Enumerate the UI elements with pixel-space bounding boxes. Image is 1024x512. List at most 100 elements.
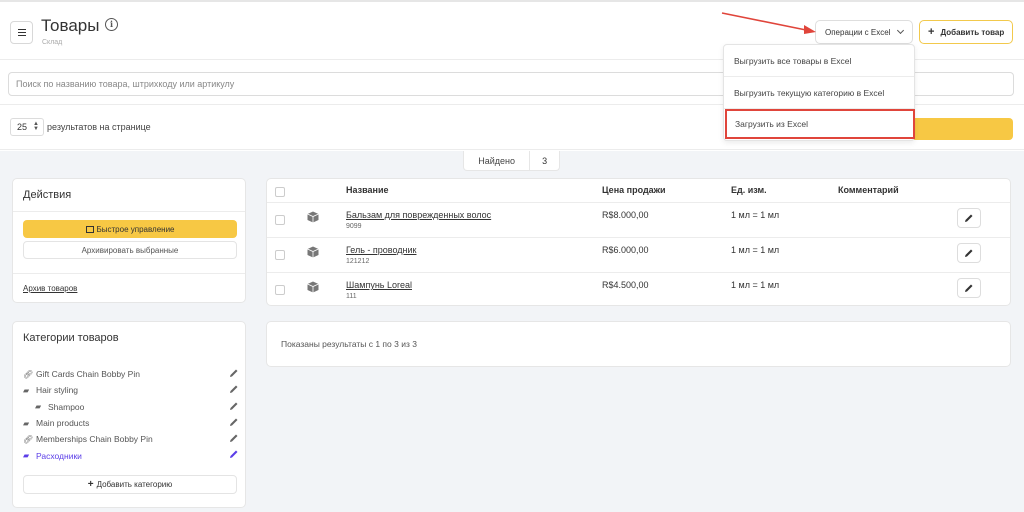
pencil-icon[interactable]: [229, 368, 239, 378]
per-page-value: 25: [17, 122, 28, 132]
products-table: Название Цена продажи Ед. изм. Комментар…: [266, 178, 1011, 306]
add-product-label: Добавить товар: [940, 27, 1005, 37]
hamburger-menu-button[interactable]: [10, 21, 33, 44]
category-list: 🔗︎ Gift Cards Chain Bobby Pin ▰ Hair sty…: [23, 366, 239, 464]
product-code: 121212: [346, 258, 370, 265]
product-price: R$6.000,00: [602, 245, 649, 255]
page-title: Товары: [41, 16, 100, 35]
folder-icon: ▰: [35, 402, 42, 412]
plus-icon: +: [928, 26, 935, 38]
found-counter: Найдено 3: [463, 151, 560, 171]
table-row: Шампунь Loreal 111 R$4.500,00 1 мл = 1 м…: [267, 273, 1010, 308]
box-icon: [307, 246, 319, 258]
menu-item-export-category[interactable]: Выгрузить текущую категорию в Excel: [724, 88, 914, 98]
select-all-checkbox[interactable]: [275, 187, 285, 197]
menu-divider: [724, 76, 914, 77]
category-item[interactable]: 🔗︎ Gift Cards Chain Bobby Pin: [23, 366, 239, 382]
divider: [13, 273, 245, 274]
box-icon: [307, 211, 319, 223]
menu-item-export-all[interactable]: Выгрузить все товары в Excel: [724, 56, 914, 66]
pencil-icon[interactable]: [229, 417, 239, 427]
main-area: Найдено 3 Действия Быстрое управление Ар…: [0, 151, 1024, 512]
row-checkbox[interactable]: [275, 250, 285, 260]
product-name-link[interactable]: Гель - проводник: [346, 245, 416, 255]
info-icon[interactable]: i: [105, 18, 118, 31]
category-item[interactable]: ▰ Shampoo: [23, 399, 239, 415]
quick-manage-label: Быстрое управление: [96, 224, 175, 234]
table-row: Гель - проводник 121212 R$6.000,00 1 мл …: [267, 238, 1010, 273]
category-label: Расходники: [36, 450, 82, 461]
folder-icon: ▰: [23, 385, 30, 395]
category-label: Hair styling: [36, 385, 79, 396]
per-page-select[interactable]: 25 ▲ ▼: [10, 118, 44, 136]
pencil-icon: [965, 249, 973, 257]
box-icon: [307, 281, 319, 293]
table-row: Бальзам для поврежденных волос 9099 R$8.…: [267, 203, 1010, 238]
column-header-comment[interactable]: Комментарий: [838, 185, 899, 195]
chevron-down-icon: [897, 26, 905, 35]
page-subtitle: Склад: [42, 39, 63, 46]
pencil-icon[interactable]: [229, 449, 239, 459]
column-header-name[interactable]: Название: [346, 185, 388, 195]
add-category-button[interactable]: + Добавить категорию: [23, 475, 237, 494]
category-label: Gift Cards Chain Bobby Pin: [36, 369, 140, 380]
pencil-icon: [965, 214, 973, 222]
edit-product-button[interactable]: [957, 243, 981, 263]
excel-operations-button[interactable]: Операции с Excel: [815, 20, 913, 44]
found-label: Найдено: [478, 155, 516, 166]
category-label: Shampoo: [48, 401, 85, 412]
actions-title: Действия: [13, 179, 245, 212]
category-item[interactable]: ▰ Main products: [23, 415, 239, 431]
category-item[interactable]: ▰ Hair styling: [23, 382, 239, 398]
column-header-price[interactable]: Цена продажи: [602, 185, 666, 195]
pencil-icon[interactable]: [229, 401, 239, 411]
excel-operations-dropdown: Выгрузить все товары в Excel Выгрузить т…: [723, 44, 915, 141]
product-code: 9099: [346, 223, 362, 230]
product-unit: 1 мл = 1 мл: [731, 245, 780, 255]
edit-product-button[interactable]: [957, 208, 981, 228]
archive-link[interactable]: Архив товаров: [23, 284, 77, 293]
category-item-active[interactable]: ▰ Расходники: [23, 447, 239, 463]
pencil-icon[interactable]: [229, 384, 239, 394]
row-checkbox[interactable]: [275, 215, 285, 225]
pencil-icon[interactable]: [229, 433, 239, 443]
categories-card: Категории товаров 🔗︎ Gift Cards Chain Bo…: [12, 321, 246, 508]
table-body: Бальзам для поврежденных волос 9099 R$8.…: [267, 203, 1010, 307]
add-product-button[interactable]: + Добавить товар: [919, 20, 1013, 44]
annotation-arrow-icon: [721, 12, 816, 34]
pencil-icon: [965, 284, 973, 292]
product-name-link[interactable]: Шампунь Loreal: [346, 280, 412, 290]
actions-card: Действия Быстрое управление Архивировать…: [12, 178, 246, 303]
folder-open-icon: ▰: [23, 451, 30, 461]
yellow-action-bar[interactable]: [910, 118, 1013, 140]
quick-manage-button[interactable]: Быстрое управление: [23, 220, 237, 238]
product-name-link[interactable]: Бальзам для поврежденных волос: [346, 210, 491, 220]
edit-product-button[interactable]: [957, 278, 981, 298]
add-category-label: Добавить категорию: [96, 480, 173, 489]
menu-item-import-excel[interactable]: Загрузить из Excel: [725, 109, 915, 139]
category-label: Memberships Chain Bobby Pin: [36, 434, 153, 445]
results-summary-text: Показаны результаты с 1 по 3 из 3: [281, 339, 417, 349]
folder-icon: ▰: [23, 418, 30, 428]
product-code: 111: [346, 293, 357, 300]
results-summary-card: Показаны результаты с 1 по 3 из 3: [266, 321, 1011, 367]
found-count: 3: [529, 151, 559, 170]
archive-selected-button[interactable]: Архивировать выбранные: [23, 241, 237, 259]
column-header-unit[interactable]: Ед. изм.: [731, 185, 767, 195]
product-unit: 1 мл = 1 мл: [731, 280, 780, 290]
row-checkbox[interactable]: [275, 285, 285, 295]
plus-icon: +: [87, 479, 94, 490]
product-price: R$4.500,00: [602, 280, 649, 290]
categories-title: Категории товаров: [23, 332, 119, 344]
category-item[interactable]: 🔗︎ Memberships Chain Bobby Pin: [23, 431, 239, 447]
link-icon: 🔗︎: [23, 369, 34, 379]
keyboard-icon: [85, 225, 94, 233]
select-arrows-icon: ▲ ▼: [33, 121, 39, 132]
category-label: Main products: [36, 418, 90, 429]
product-unit: 1 мл = 1 мл: [731, 210, 780, 220]
menu-icon: [17, 31, 26, 34]
link-icon: 🔗︎: [23, 434, 34, 444]
excel-operations-label: Операции с Excel: [825, 27, 891, 37]
per-page-label: результатов на странице: [47, 122, 151, 132]
product-price: R$8.000,00: [602, 210, 649, 220]
